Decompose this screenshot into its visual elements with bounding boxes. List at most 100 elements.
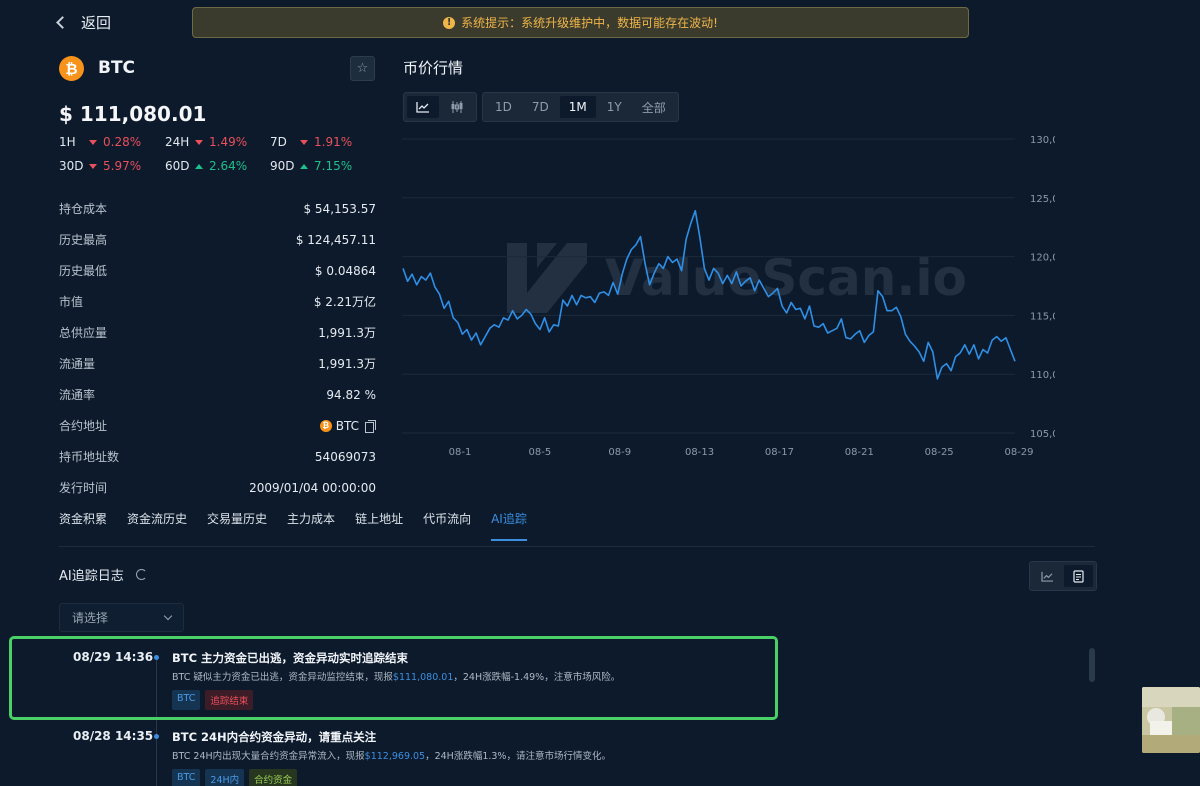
stat-value: 1,991.3万 <box>318 357 376 371</box>
change-24h: 24H 1.49% <box>165 135 247 149</box>
desc-text: ，24H涨跌幅1.3%，请注意市场行情变化。 <box>425 751 611 762</box>
stat-value: 94.82 % <box>326 387 376 402</box>
desc-price: $112,969.05 <box>364 751 426 762</box>
list-view-button[interactable] <box>1064 565 1093 587</box>
x-tick-label: 08-25 <box>925 447 954 458</box>
favorite-star-button[interactable]: ☆ <box>350 56 375 81</box>
desc-text: BTC 疑似主力资金已出逃，资金异动监控结束，现报 <box>172 672 393 683</box>
tab-main-cost[interactable]: 主力成本 <box>287 510 335 541</box>
tag-badge: 24H内 <box>205 769 245 786</box>
refresh-icon[interactable] <box>135 569 147 580</box>
entry-tags: BTC 24H内 合约资金 <box>172 769 298 786</box>
scrollbar-thumb[interactable] <box>1089 648 1095 682</box>
stat-atl: 历史最低 $ 0.04864 <box>59 255 376 286</box>
change-value: 2.64% <box>209 159 248 173</box>
range-1d-button[interactable]: 1D <box>486 96 521 118</box>
stat-value: 1,991.3万 <box>318 326 376 340</box>
contract-address-value: ₿ BTC <box>319 419 376 433</box>
entry-time: 08/29 14:36 <box>73 650 154 664</box>
star-icon: ☆ <box>356 61 369 76</box>
entry-time: 08/28 14:35 <box>73 729 154 743</box>
document-icon <box>1073 569 1084 583</box>
y-tick-label: 110,000 <box>1030 370 1055 381</box>
tab-onchain-address[interactable]: 链上地址 <box>355 510 403 541</box>
change-period: 60D <box>165 159 190 173</box>
btc-logo-icon: ₿ <box>59 56 84 81</box>
up-arrow-icon <box>195 163 203 169</box>
range-1m-button[interactable]: 1M <box>559 96 596 118</box>
stat-value: $ 124,457.11 <box>295 232 376 247</box>
chart-type-toggle <box>403 92 477 122</box>
current-price: $ 111,080.01 <box>59 102 207 126</box>
stat-label: 市值 <box>59 295 84 309</box>
stat-value: $ 0.04864 <box>314 263 376 278</box>
change-90d: 90D 7.15% <box>270 159 352 173</box>
tab-ai-tracking[interactable]: AI追踪 <box>491 510 527 541</box>
tab-fund-accumulation[interactable]: 资金积累 <box>59 510 107 541</box>
entry-title: BTC 主力资金已出逃，资金异动实时追踪结束 <box>172 651 409 665</box>
chevron-left-icon <box>56 16 69 29</box>
tab-volume-history[interactable]: 交易量历史 <box>207 510 267 541</box>
copy-icon[interactable] <box>365 419 376 433</box>
chevron-down-icon <box>163 611 173 621</box>
down-arrow-icon <box>89 139 97 145</box>
stat-holder-count: 持币地址数 54069073 <box>59 441 376 472</box>
stat-label: 合约地址 <box>59 419 108 433</box>
notice-text: 系统提示：系统升级维护中，数据可能存在波动! <box>461 16 718 30</box>
change-value: 1.49% <box>209 135 248 149</box>
y-tick-label: 120,000 <box>1030 253 1055 264</box>
change-value: 0.28% <box>103 135 142 149</box>
x-tick-label: 08-29 <box>1004 447 1033 458</box>
stat-holding-cost: 持仓成本 $ 54,153.57 <box>59 193 376 224</box>
price-line-chart[interactable]: 105,000 110,000 115,000 120,000 125,000 130,0… <box>395 120 1055 465</box>
warning-icon: ! <box>443 16 456 29</box>
range-all-button[interactable]: 全部 <box>633 96 675 118</box>
x-tick-label: 08-21 <box>845 447 874 458</box>
range-7d-button[interactable]: 7D <box>523 96 558 118</box>
back-label: 返回 <box>81 14 112 32</box>
stat-label: 历史最低 <box>59 264 108 278</box>
stat-market-cap: 市值 $ 2.21万亿 <box>59 286 376 317</box>
change-60d: 60D 2.64% <box>165 159 247 173</box>
tab-fund-flow-history[interactable]: 资金流历史 <box>127 510 187 541</box>
stat-value: $ 2.21万亿 <box>313 295 376 309</box>
y-tick-label: 115,000 <box>1030 311 1055 322</box>
change-period: 24H <box>165 135 190 149</box>
up-arrow-icon <box>300 163 308 169</box>
desc-text: ，24H涨跌幅-1.49%，注意市场风险。 <box>453 672 621 683</box>
line-chart-button[interactable] <box>407 96 439 118</box>
desc-text: BTC 24H内出现大量合约资金异常流入，现报 <box>172 751 365 762</box>
log-filter-select[interactable]: 请选择 <box>59 603 184 632</box>
floating-video-thumbnail[interactable] <box>1142 687 1200 753</box>
entry-title: BTC 24H内合约资金异动，请重点关注 <box>172 730 377 744</box>
stat-label: 发行时间 <box>59 481 108 495</box>
time-range-toggle: 1D 7D 1M 1Y 全部 <box>482 92 679 122</box>
btc-mini-icon: ₿ <box>319 419 332 432</box>
tag-badge: 合约资金 <box>249 769 298 786</box>
y-tick-label: 105,000 <box>1030 429 1055 440</box>
stat-label: 持币地址数 <box>59 450 120 464</box>
stat-ath: 历史最高 $ 124,457.11 <box>59 224 376 255</box>
down-arrow-icon <box>89 163 97 169</box>
change-30d: 30D 5.97% <box>59 159 141 173</box>
back-button[interactable]: 返回 <box>56 12 112 33</box>
timeline-dot <box>154 655 159 660</box>
line-chart-icon <box>416 102 429 113</box>
chart-title: 币价行情 <box>403 59 464 77</box>
x-axis-ticks: 08-1 08-5 08-9 08-13 08-17 08-21 08-25 08-29 <box>449 447 1034 458</box>
stat-circulating: 流通量 1,991.3万 <box>59 348 376 379</box>
x-tick-label: 08-1 <box>449 447 472 458</box>
candlestick-button[interactable] <box>441 96 473 118</box>
y-tick-label: 130,000 <box>1030 135 1055 146</box>
range-1y-button[interactable]: 1Y <box>598 96 631 118</box>
chart-view-button[interactable] <box>1033 565 1062 587</box>
system-notice-banner: ! 系统提示：系统升级维护中，数据可能存在波动! <box>192 7 969 38</box>
tab-token-flow[interactable]: 代币流向 <box>423 510 471 541</box>
tabs-divider <box>59 546 1095 547</box>
tag-badge: BTC <box>172 690 201 710</box>
tag-badge: BTC <box>172 769 201 786</box>
change-1h: 1H 0.28% <box>59 135 141 149</box>
change-period: 7D <box>270 135 287 149</box>
log-view-toggle <box>1029 561 1097 591</box>
stat-label: 持仓成本 <box>59 202 108 216</box>
